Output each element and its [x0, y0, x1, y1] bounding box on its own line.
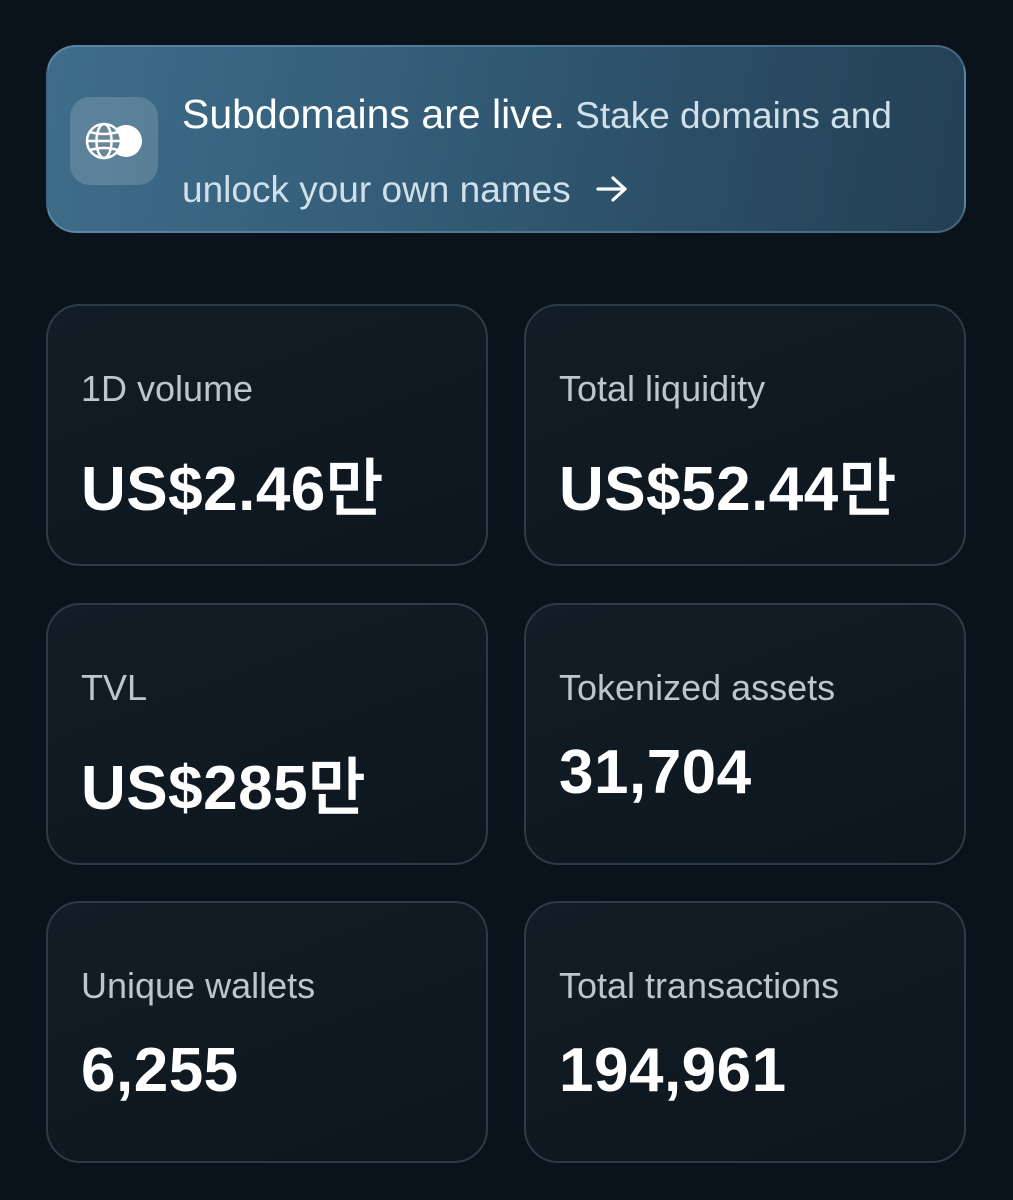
stat-card-total-transactions: Total transactions 194,961 [524, 901, 966, 1163]
stat-value: US$52.44만 [559, 455, 897, 524]
stat-label: Unique wallets [81, 965, 316, 1006]
stat-card-unique-wallets: Unique wallets 6,255 [46, 901, 488, 1163]
subdomains-banner[interactable]: Subdomains are live. Stake domains and u… [46, 45, 966, 233]
stat-card-total-liquidity: Total liquidity US$52.44만 [524, 304, 966, 566]
stat-label: 1D volume [81, 368, 254, 409]
stat-value: 31,704 [559, 738, 752, 807]
stat-value: US$285만 [81, 754, 366, 823]
globe-coins-icon [85, 122, 142, 160]
stat-label: Total liquidity [559, 368, 766, 409]
stat-value: 6,255 [81, 1036, 239, 1105]
arrow-right-icon[interactable] [595, 174, 629, 204]
banner-message: Subdomains are live. Stake domains and u… [182, 77, 922, 227]
stat-value: 194,961 [559, 1036, 787, 1105]
stat-value: US$2.46만 [81, 455, 384, 524]
stat-card-tokenized-assets: Tokenized assets 31,704 [524, 603, 966, 865]
stat-card-tvl: TVL US$285만 [46, 603, 488, 865]
stat-label: Tokenized assets [559, 667, 836, 708]
stat-label: TVL [81, 667, 148, 708]
banner-title: Subdomains are live. [182, 91, 565, 137]
globe-icon-container [70, 97, 158, 185]
stat-label: Total transactions [559, 965, 840, 1006]
stat-card-1d-volume: 1D volume US$2.46만 [46, 304, 488, 566]
